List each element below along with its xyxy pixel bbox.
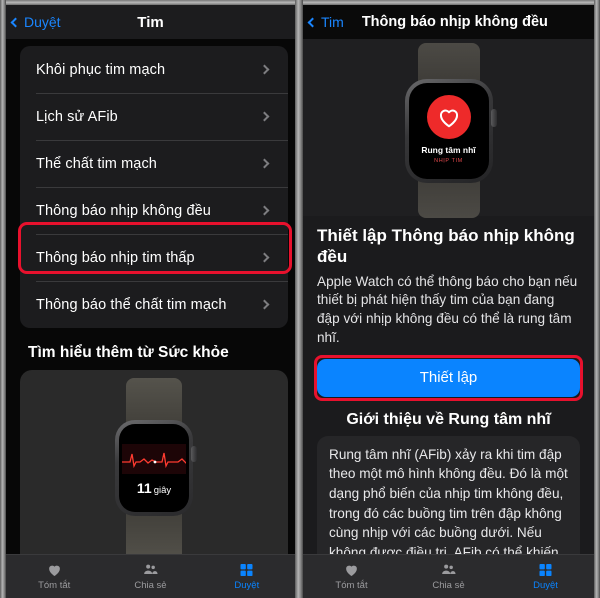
chevron-right-icon (259, 158, 270, 169)
setup-title: Thiết lập Thông báo nhịp không đều (317, 226, 575, 267)
watch-body: 11 giây (115, 420, 197, 516)
list-item-label: Khôi phục tim mạch (36, 61, 166, 78)
afib-watch-sublabel: NHỊP TIM (434, 158, 463, 164)
setup-button[interactable]: Thiết lập (317, 358, 580, 397)
ecg-countdown-value: 11 (136, 480, 152, 496)
grid-icon (539, 564, 552, 576)
people-icon (442, 564, 456, 574)
learn-more-section-title: Tìm hiểu thêm từ Sức khỏe (28, 344, 229, 361)
list-item-cardio-fitness-notifications[interactable]: Thông báo thể chất tim mạch (20, 281, 288, 328)
tab-sharing[interactable]: Chia sẻ (102, 555, 198, 598)
chevron-right-icon (259, 64, 270, 75)
heart-icon (48, 565, 60, 576)
afib-heart-badge (426, 95, 471, 139)
phone-bezel-left (0, 0, 6, 598)
tab-browse[interactable]: Duyệt (199, 555, 295, 598)
hero-image-area: Rung tâm nhĩ NHỊP TIM (303, 39, 594, 218)
tab-summary[interactable]: Tóm tắt (303, 555, 400, 598)
right-tab-bar: Tóm tắt Chia sẻ Duyệt (303, 554, 594, 598)
chevron-right-icon (259, 299, 270, 310)
tab-summary-label: Tóm tắt (38, 580, 71, 591)
list-item-label: Thông báo nhịp không đều (36, 202, 211, 219)
tab-summary-label: Tóm tắt (335, 580, 368, 591)
phone-bezel-right (594, 0, 600, 598)
heart-options-list: Khôi phục tim mạch Lịch sử AFib Thể chất… (20, 46, 288, 328)
list-item-label: Lịch sử AFib (36, 108, 118, 125)
watch-screen: Rung tâm nhĩ NHỊP TIM (408, 83, 489, 179)
chevron-right-icon (259, 205, 270, 216)
right-back-button[interactable]: Tim (303, 14, 344, 30)
list-item-cardio-recovery[interactable]: Khôi phục tim mạch (20, 46, 288, 93)
left-navigation-bar: Duyệt Tim (6, 5, 295, 39)
apple-watch-afib-illustration: Rung tâm nhĩ NHỊP TIM (394, 43, 504, 218)
ecg-waveform (122, 444, 186, 474)
left-tab-bar: Tóm tắt Chia sẻ Duyệt (6, 554, 295, 598)
grid-icon (240, 564, 253, 576)
ecg-countdown: 11 giây (119, 480, 189, 496)
list-item-cardio-fitness[interactable]: Thể chất tim mạch (20, 140, 288, 187)
right-back-label: Tim (321, 14, 344, 30)
heart-outline-icon (439, 109, 458, 128)
apple-watch-ecg-illustration: 11 giây (106, 378, 202, 568)
watch-body: Rung tâm nhĩ NHỊP TIM (404, 79, 497, 183)
phone-bezel-divider (295, 0, 303, 598)
list-item-low-heart-rate-notifications[interactable]: Thông báo nhịp tim thấp (20, 234, 288, 281)
left-back-button[interactable]: Duyệt (6, 14, 61, 30)
right-nav-title: Thông báo nhịp không đều (361, 14, 548, 30)
tab-summary[interactable]: Tóm tắt (6, 555, 102, 598)
about-afib-title: Giới thiệu về Rung tâm nhĩ (346, 410, 551, 428)
chevron-left-icon (307, 17, 318, 27)
list-item-label: Thông báo nhịp tim thấp (36, 249, 195, 266)
list-item-label: Thông báo thể chất tim mạch (36, 296, 227, 313)
heart-icon (346, 565, 357, 576)
list-item-afib-history[interactable]: Lịch sử AFib (20, 93, 288, 140)
setup-button-wrapper: Thiết lập (314, 354, 583, 401)
left-phone-panel: Duyệt Tim Khôi phục tim mạch Lịch sử AFi… (6, 5, 295, 598)
left-content: Khôi phục tim mạch Lịch sử AFib Thể chất… (6, 39, 295, 598)
people-icon (144, 564, 158, 574)
right-navigation-bar: Tim Thông báo nhịp không đều (303, 5, 594, 39)
chevron-left-icon (10, 17, 21, 27)
ecg-countdown-unit: giây (153, 485, 172, 496)
screenshot-root: Duyệt Tim Khôi phục tim mạch Lịch sử AFi… (0, 0, 600, 598)
chevron-right-icon (259, 252, 270, 263)
tab-browse-label: Duyệt (234, 580, 260, 591)
tab-sharing-label: Chia sẻ (432, 580, 465, 591)
learn-more-media-card[interactable]: 11 giây (20, 370, 288, 570)
tab-browse-label: Duyệt (533, 580, 558, 591)
right-phone-panel: Tim Thông báo nhịp không đều Rung tâm nh… (303, 5, 594, 598)
tab-sharing[interactable]: Chia sẻ (400, 555, 497, 598)
ecg-line-icon (122, 452, 186, 469)
chevron-right-icon (259, 111, 270, 122)
afib-watch-label: Rung tâm nhĩ (421, 145, 476, 155)
digital-crown-icon (191, 446, 197, 462)
tab-sharing-label: Chia sẻ (134, 580, 167, 591)
list-item-irregular-rhythm-notifications[interactable]: Thông báo nhịp không đều (20, 187, 288, 234)
right-body: Thiết lập Thông báo nhịp không đều Apple… (303, 225, 594, 575)
left-back-label: Duyệt (24, 14, 61, 30)
list-item-label: Thể chất tim mạch (36, 155, 157, 172)
tab-browse[interactable]: Duyệt (497, 555, 594, 598)
setup-description: Apple Watch có thể thông báo cho bạn nếu… (317, 273, 578, 345)
digital-crown-icon (490, 109, 497, 127)
watch-screen: 11 giây (119, 424, 189, 512)
right-content: Rung tâm nhĩ NHỊP TIM Thiết lập Thông bá… (303, 39, 594, 598)
